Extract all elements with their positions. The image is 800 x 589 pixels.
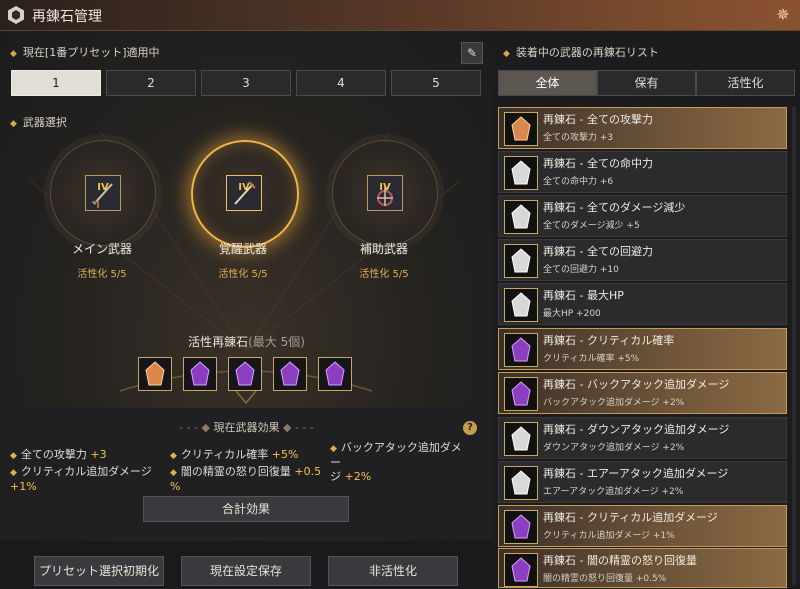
pencil-icon: ✎ bbox=[466, 46, 478, 60]
gem-slot-5[interactable] bbox=[318, 357, 352, 391]
gem-icon bbox=[504, 377, 538, 411]
divider-ornament: ◆ - - - bbox=[279, 421, 314, 434]
gem-icon bbox=[504, 200, 538, 234]
awakening-weapon-icon: IV bbox=[226, 175, 262, 211]
gem-icon bbox=[504, 333, 538, 367]
window-title: 再錬石管理 bbox=[32, 9, 102, 25]
gem-list-item[interactable]: 再錬石 - ダウンアタック追加ダメージ ダウンアタック追加ダメージ +2% bbox=[498, 417, 787, 459]
preset-tab-5[interactable]: 5 bbox=[391, 70, 481, 96]
purple-gem-icon bbox=[511, 381, 531, 406]
gem-list-title: ◆ 装着中の武器の再錬石リスト bbox=[503, 46, 659, 59]
effect-dark-spirit: ◆ 闇の精霊の怒り回復量 +0.5 % bbox=[170, 465, 322, 493]
orange-gem-icon bbox=[511, 116, 531, 141]
purple-gem-icon bbox=[511, 557, 531, 582]
white-gem-icon bbox=[511, 248, 531, 273]
gem-list-item[interactable]: 再錬石 - 闇の精霊の怒り回復量 闇の精霊の怒り回復量 +0.5% bbox=[498, 548, 787, 588]
sub-weapon-activation: 活性化 5/5 bbox=[359, 269, 409, 280]
white-gem-icon bbox=[511, 160, 531, 185]
effect-crit-rate: ◆ クリティカル確率 +5% bbox=[170, 448, 299, 461]
gem-list-item[interactable]: 再錬石 - 最大HP 最大HP +200 bbox=[498, 283, 787, 325]
gem-icon bbox=[504, 156, 538, 190]
gem-slot-1[interactable] bbox=[138, 357, 172, 391]
bullet-icon: ◆ bbox=[10, 119, 17, 129]
gem-list-item[interactable]: 再錬石 - 全てのダメージ減少 全てのダメージ減少 +5 bbox=[498, 195, 787, 237]
emblem-icon bbox=[8, 6, 24, 24]
main-weapon-name: メイン武器 bbox=[71, 242, 132, 256]
gem-slot-3[interactable] bbox=[228, 357, 262, 391]
edit-preset-button[interactable]: ✎ bbox=[461, 42, 483, 64]
ornament-icon bbox=[377, 186, 393, 206]
bullet-icon: ◆ bbox=[503, 49, 510, 59]
gem-list-item[interactable]: 再錬石 - エアーアタック追加ダメージ エアーアタック追加ダメージ +2% bbox=[498, 461, 787, 503]
awakening-weapon-name: 覚醒武器 bbox=[218, 242, 267, 256]
white-gem-icon bbox=[511, 292, 531, 317]
gem-list-item[interactable]: 再錬石 - クリティカル確率 クリティカル確率 +5% bbox=[498, 328, 787, 370]
bullet-icon: ◆ bbox=[330, 444, 337, 454]
bullet-icon: ◆ bbox=[10, 451, 17, 461]
purple-gem-icon bbox=[325, 361, 345, 386]
gem-icon bbox=[504, 244, 538, 278]
filter-tab-activated[interactable]: 活性化 bbox=[696, 70, 795, 96]
bullet-icon: ◆ bbox=[10, 468, 17, 478]
total-effect-button[interactable]: 合計効果 bbox=[143, 496, 349, 522]
effect-back-attack: ◆ バックアタック追加ダメー ジ +2% bbox=[330, 441, 462, 483]
purple-gem-icon bbox=[511, 514, 531, 539]
preset-status: ◆ 現在[1番プリセット]適用中 bbox=[10, 46, 160, 59]
preset-tab-2[interactable]: 2 bbox=[106, 70, 196, 96]
deactivate-button[interactable]: 非活性化 bbox=[328, 556, 458, 586]
purple-gem-icon bbox=[280, 361, 300, 386]
gem-icon bbox=[504, 466, 538, 500]
star-ornament-icon[interactable]: ✵ bbox=[774, 6, 792, 24]
filter-tab-owned[interactable]: 保有 bbox=[597, 70, 696, 96]
white-gem-icon bbox=[511, 426, 531, 451]
gem-icon bbox=[504, 510, 538, 544]
white-gem-icon bbox=[511, 204, 531, 229]
awakening-weapon-activation: 活性化 5/5 bbox=[218, 269, 268, 280]
white-gem-icon bbox=[511, 470, 531, 495]
effect-attack: ◆ 全ての攻撃力 +3 bbox=[10, 448, 107, 461]
question-icon[interactable]: ? bbox=[463, 421, 477, 435]
scrollbar[interactable] bbox=[792, 107, 796, 585]
weapon-select-label: ◆ 武器選択 bbox=[10, 116, 67, 129]
gem-icon bbox=[504, 553, 538, 587]
gem-list-item[interactable]: 再錬石 - 全ての攻撃力 全ての攻撃力 +3 bbox=[498, 107, 787, 149]
orange-gem-icon bbox=[145, 361, 165, 386]
bullet-icon: ◆ bbox=[170, 451, 177, 461]
main-weapon-activation: 活性化 5/5 bbox=[77, 269, 127, 280]
gem-icon bbox=[504, 288, 538, 322]
purple-gem-icon bbox=[511, 337, 531, 362]
gem-icon bbox=[504, 112, 538, 146]
blade-icon bbox=[234, 181, 256, 205]
blade-icon bbox=[92, 183, 113, 208]
sub-weapon-icon: IV bbox=[367, 175, 403, 211]
sword-icon: IV bbox=[85, 175, 121, 211]
effect-crit-damage: ◆ クリティカル追加ダメージ +1% bbox=[10, 465, 152, 493]
gem-slot-2[interactable] bbox=[183, 357, 217, 391]
gem-list-item[interactable]: 再錬石 - 全ての命中力 全ての命中力 +6 bbox=[498, 151, 787, 193]
purple-gem-icon bbox=[235, 361, 255, 386]
divider-ornament: - - - ◆ bbox=[179, 421, 214, 434]
preset-tab-4[interactable]: 4 bbox=[296, 70, 386, 96]
preset-tab-1[interactable]: 1 bbox=[11, 70, 101, 96]
save-settings-button[interactable]: 現在設定保存 bbox=[181, 556, 311, 586]
sub-weapon-name: 補助武器 bbox=[359, 242, 408, 256]
gem-list-item[interactable]: 再錬石 - クリティカル追加ダメージ クリティカル追加ダメージ +1% bbox=[498, 505, 787, 547]
filter-tab-all[interactable]: 全体 bbox=[498, 70, 597, 96]
bullet-icon: ◆ bbox=[10, 49, 17, 59]
purple-gem-icon bbox=[190, 361, 210, 386]
preset-tab-3[interactable]: 3 bbox=[201, 70, 291, 96]
gem-icon bbox=[504, 422, 538, 456]
bullet-icon: ◆ bbox=[170, 468, 177, 478]
title-bar: 再錬石管理 ✵ bbox=[0, 0, 800, 31]
current-effects-title: - - - ◆ 現在武器効果 ◆ - - - bbox=[179, 421, 314, 434]
gem-list-item[interactable]: 再錬石 - バックアタック追加ダメージ バックアタック追加ダメージ +2% bbox=[498, 372, 787, 414]
gem-slot-4[interactable] bbox=[273, 357, 307, 391]
reset-preset-button[interactable]: プリセット選択初期化 bbox=[34, 556, 164, 586]
active-gems-label: 活性再錬石(最大 5個) bbox=[188, 335, 305, 349]
gem-list-item[interactable]: 再錬石 - 全ての回避力 全ての回避力 +10 bbox=[498, 239, 787, 281]
